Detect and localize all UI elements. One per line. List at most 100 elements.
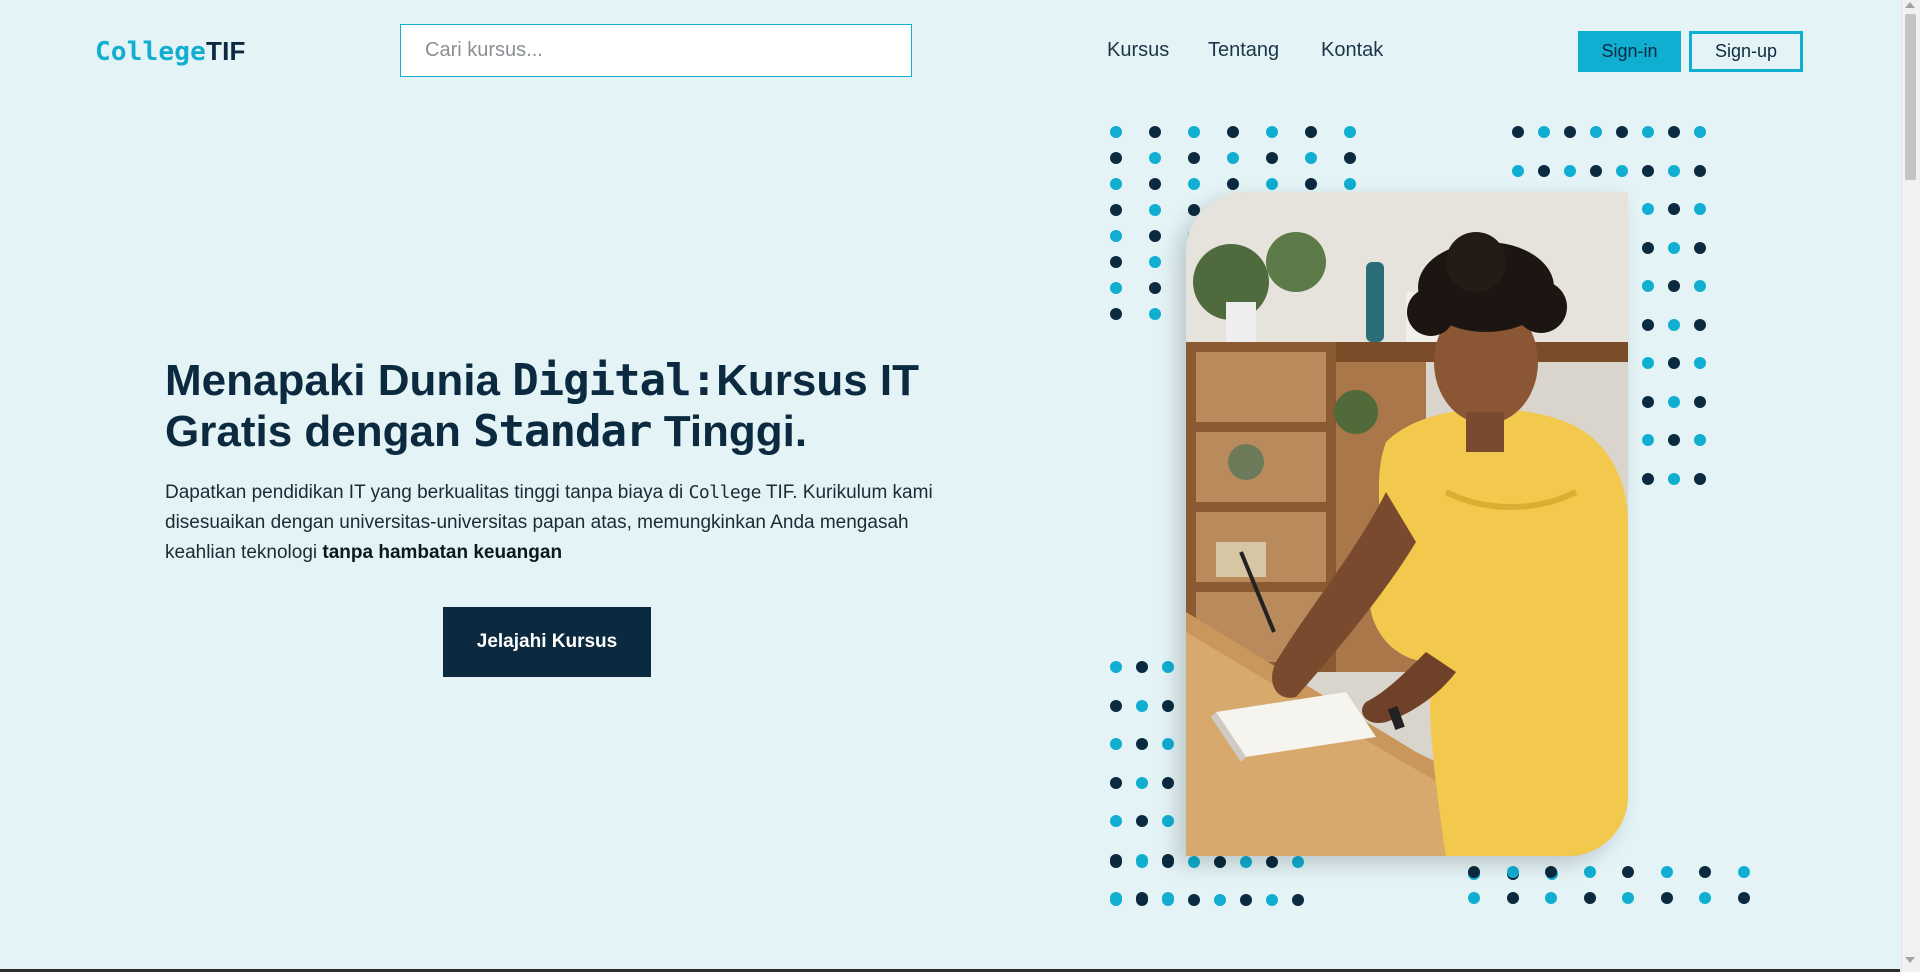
logo-tif: TIF bbox=[205, 36, 246, 66]
dot bbox=[1545, 892, 1557, 904]
dot bbox=[1188, 178, 1200, 190]
dot bbox=[1583, 866, 1596, 878]
dot bbox=[1305, 152, 1317, 164]
dot bbox=[1694, 434, 1706, 446]
dot bbox=[1110, 738, 1122, 750]
dot bbox=[1214, 894, 1226, 906]
dot bbox=[1642, 126, 1654, 138]
dot bbox=[1694, 395, 1706, 408]
dot bbox=[1162, 815, 1174, 827]
dot bbox=[1737, 892, 1750, 904]
dot bbox=[1188, 856, 1200, 868]
dot bbox=[1668, 203, 1680, 215]
dot bbox=[1660, 866, 1673, 878]
dot bbox=[1668, 434, 1680, 446]
dot bbox=[1110, 894, 1122, 906]
dot bbox=[1538, 126, 1550, 138]
dot bbox=[1240, 894, 1252, 906]
dot bbox=[1668, 472, 1680, 485]
dot bbox=[1227, 126, 1239, 138]
dot bbox=[1110, 282, 1122, 294]
dot bbox=[1694, 164, 1706, 177]
dot bbox=[1110, 178, 1122, 190]
dot bbox=[1694, 357, 1706, 369]
dot bbox=[1642, 434, 1654, 446]
dot bbox=[1162, 856, 1174, 868]
dot bbox=[1266, 126, 1278, 138]
dot bbox=[1668, 280, 1680, 292]
dot bbox=[1110, 661, 1122, 673]
dot bbox=[1564, 126, 1576, 138]
dot bbox=[1214, 856, 1226, 868]
dot bbox=[1668, 126, 1680, 138]
hero-title: Menapaki Dunia Digital:Kursus IT Gratis … bbox=[165, 355, 965, 457]
dot bbox=[1694, 126, 1706, 138]
dot bbox=[1266, 178, 1278, 190]
dot bbox=[1642, 241, 1654, 254]
dot bbox=[1110, 204, 1122, 216]
dot bbox=[1110, 126, 1122, 138]
dot bbox=[1616, 164, 1628, 177]
dot bbox=[1110, 152, 1122, 164]
dot bbox=[1694, 318, 1706, 331]
dot bbox=[1699, 866, 1711, 878]
dot bbox=[1188, 894, 1200, 906]
logo[interactable]: CollegeTIF bbox=[95, 36, 246, 67]
student-illustration bbox=[1186, 192, 1628, 856]
dot bbox=[1642, 395, 1654, 408]
dot bbox=[1305, 178, 1317, 190]
nav-kursus[interactable]: Kursus bbox=[1107, 39, 1169, 62]
dot bbox=[1188, 126, 1200, 138]
dot bbox=[1136, 856, 1148, 868]
dot bbox=[1149, 256, 1161, 268]
dot bbox=[1668, 241, 1680, 254]
dot bbox=[1292, 894, 1304, 906]
dot bbox=[1622, 892, 1634, 904]
dot bbox=[1468, 866, 1480, 878]
dot bbox=[1266, 152, 1278, 164]
dot bbox=[1590, 126, 1602, 138]
dot bbox=[1344, 126, 1356, 138]
dot bbox=[1545, 866, 1557, 878]
dot bbox=[1512, 164, 1524, 177]
dot bbox=[1240, 856, 1252, 868]
dot bbox=[1305, 126, 1317, 138]
scroll-up-icon[interactable] bbox=[1905, 2, 1915, 8]
hero-description: Dapatkan pendidikan IT yang berkualitas … bbox=[165, 478, 945, 568]
dot bbox=[1110, 776, 1122, 789]
dot bbox=[1699, 892, 1711, 904]
hero-title-part: Tinggi. bbox=[651, 407, 808, 456]
nav-tentang[interactable]: Tentang bbox=[1208, 39, 1279, 62]
dot bbox=[1622, 866, 1634, 878]
dot bbox=[1668, 318, 1680, 331]
dot bbox=[1136, 894, 1148, 906]
dot bbox=[1149, 282, 1161, 294]
dot bbox=[1110, 699, 1122, 712]
dot bbox=[1694, 241, 1706, 254]
dot bbox=[1162, 894, 1174, 906]
dot bbox=[1668, 395, 1680, 408]
dot bbox=[1149, 126, 1161, 138]
hero-title-mono: Standar bbox=[473, 406, 652, 457]
dot bbox=[1512, 126, 1524, 138]
hero-title-mono: Digital: bbox=[512, 355, 717, 406]
nav-kontak[interactable]: Kontak bbox=[1321, 39, 1383, 62]
dot bbox=[1136, 661, 1148, 673]
scrollbar-thumb[interactable] bbox=[1905, 14, 1916, 180]
explore-courses-button[interactable]: Jelajahi Kursus bbox=[443, 607, 651, 677]
search-input[interactable] bbox=[400, 24, 912, 77]
hero-photo bbox=[1186, 192, 1628, 856]
dot bbox=[1266, 894, 1278, 906]
dot bbox=[1149, 204, 1161, 216]
signin-button[interactable]: Sign-in bbox=[1578, 31, 1681, 72]
dot bbox=[1538, 164, 1550, 177]
dot bbox=[1149, 230, 1161, 242]
dot bbox=[1642, 280, 1654, 292]
hero-desc-bold: tanpa hambatan keuangan bbox=[322, 542, 563, 563]
dot bbox=[1149, 308, 1161, 320]
scroll-down-icon[interactable] bbox=[1905, 957, 1915, 963]
signup-button[interactable]: Sign-up bbox=[1689, 31, 1803, 72]
dot bbox=[1227, 178, 1239, 190]
dot bbox=[1642, 318, 1654, 331]
dot bbox=[1506, 892, 1519, 904]
